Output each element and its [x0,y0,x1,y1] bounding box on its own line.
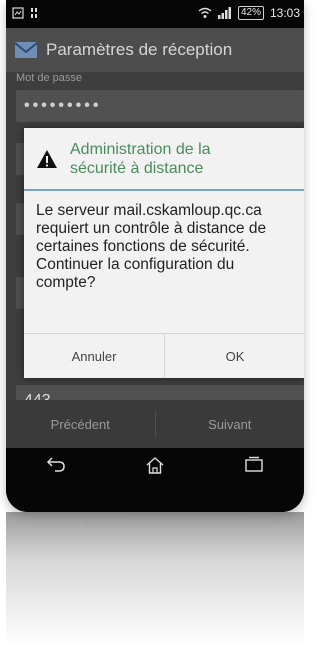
battery-level: 42% [237,6,264,20]
warning-icon [37,149,57,168]
back-icon[interactable] [46,456,66,472]
dialog-title-line1: Administration de la [70,140,211,158]
next-button[interactable]: Suivant [156,400,305,448]
dialog-header: Administration de la sécurité à distance [24,128,304,191]
cancel-button[interactable]: Annuler [24,334,164,378]
password-label: Mot de passe [16,72,83,84]
screenshot-notification-icon [12,7,24,19]
signal-icon [217,7,231,19]
previous-button[interactable]: Précédent [6,400,155,448]
phone-reflection: ⮌ [6,512,304,646]
reflection-gradient [6,512,304,646]
system-nav-bar [6,448,304,512]
sim-notification-icon [31,8,37,18]
action-bar: Paramètres de réception [6,28,304,72]
home-icon[interactable] [145,456,165,474]
screen: 42% 13:03 Paramètres de réception Mot de… [6,0,304,512]
status-right: 42% 13:03 [198,6,300,20]
phone-frame: 42% 13:03 Paramètres de réception Mot de… [6,0,304,512]
wifi-icon [198,7,212,18]
dialog-title: Administration de la sécurité à distance [70,140,211,178]
page-title: Paramètres de réception [46,40,233,59]
status-left [12,7,38,19]
clock-time: 13:03 [269,6,300,20]
email-app-icon[interactable] [14,40,38,60]
navigation-buttons: Précédent Suivant [6,400,304,448]
status-bar: 42% 13:03 [6,0,304,28]
dialog-buttons: Annuler OK [24,333,304,378]
dialog-title-line2: sécurité à distance [70,159,204,177]
reflection-back-icon: ⮌ [84,518,93,530]
dialog-message: Le serveur mail.cskamloup.qc.ca requiert… [36,202,267,291]
recent-apps-icon[interactable] [244,456,264,472]
password-field[interactable]: ••••••••• [16,90,304,122]
ok-button[interactable]: OK [165,334,304,378]
remote-security-dialog: Administration de la sécurité à distance… [24,128,304,378]
